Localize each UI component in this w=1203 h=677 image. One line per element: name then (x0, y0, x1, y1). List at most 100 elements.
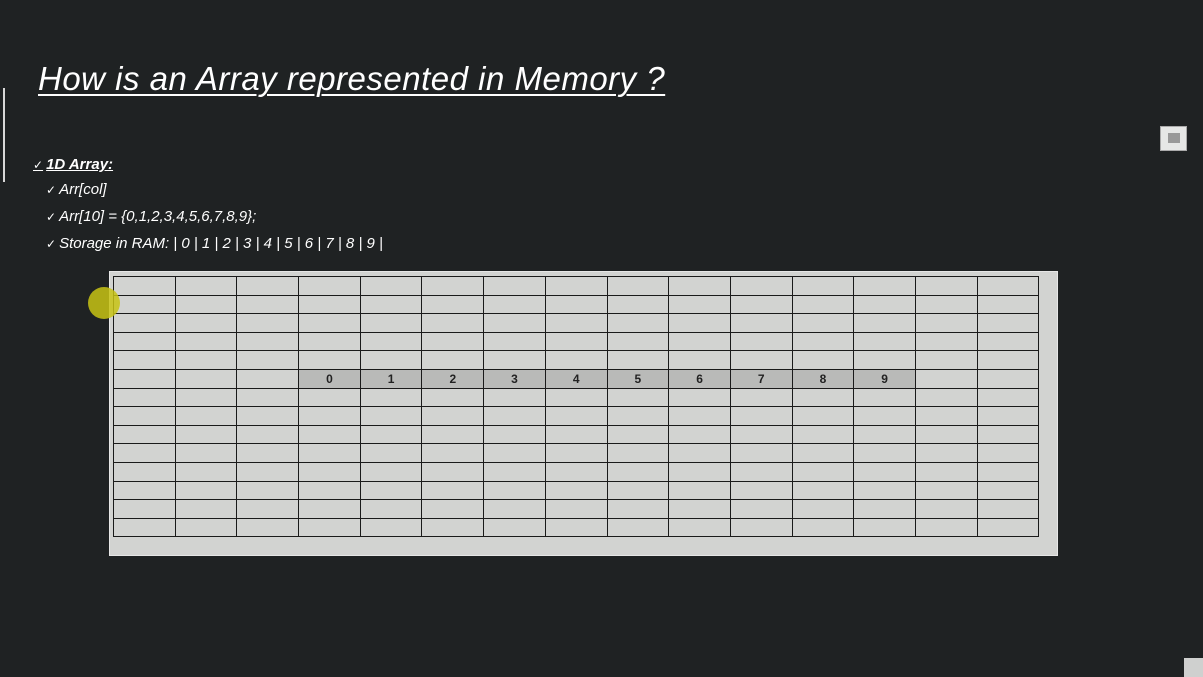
grid-cell (113, 368, 176, 389)
grid-cell (236, 294, 300, 315)
array-element-cell: 7 (729, 368, 793, 389)
grid-cell (544, 424, 608, 445)
array-element-cell: 9 (853, 368, 916, 389)
grid-cell (914, 461, 978, 482)
grid-cell (914, 387, 978, 408)
array-element-cell: 8 (791, 368, 855, 389)
grid-cell (729, 350, 793, 370)
grid-cell (113, 517, 176, 538)
grid-cell (729, 313, 793, 333)
grid-cell (174, 276, 238, 296)
grid-row (113, 443, 1040, 463)
array-element-cell: 6 (668, 368, 731, 389)
grid-cell (236, 443, 300, 463)
grid-cell (668, 276, 731, 296)
grid-cell (791, 517, 855, 538)
grid-cell (668, 406, 731, 426)
grid-cell (668, 331, 731, 352)
grid-cell (606, 276, 670, 296)
grid-cell (421, 331, 485, 352)
grid-cell (853, 443, 916, 463)
grid-cell (976, 294, 1040, 315)
grid-cell (113, 406, 176, 426)
grid-cell (976, 424, 1040, 445)
grid-cell (791, 350, 855, 370)
grid-cell (236, 424, 300, 445)
grid-cell (113, 313, 176, 333)
grid-row (113, 313, 1040, 333)
grid-row (113, 406, 1040, 426)
grid-cell (668, 387, 731, 408)
grid-cell (544, 387, 608, 408)
navigation-corner-icon[interactable] (1184, 658, 1203, 677)
grid-cell (791, 276, 855, 296)
grid-cell (544, 331, 608, 352)
grid-cell (236, 276, 300, 296)
grid-cell (668, 350, 731, 370)
grid-cell (606, 517, 670, 538)
heading-text: 1D Array: (46, 156, 114, 173)
grid-cell (729, 499, 793, 519)
grid-cell (236, 480, 300, 501)
grid-cell (113, 499, 176, 519)
grid-cell (174, 480, 238, 501)
grid-cell (914, 331, 978, 352)
bullet-text: Storage in RAM: | 0 | 1 | 2 | 3 | 4 | 5 … (59, 235, 383, 252)
grid-cell (729, 276, 793, 296)
grid-cell (668, 461, 731, 482)
grid-cell (729, 517, 793, 538)
grid-cell (483, 461, 546, 482)
grid-cell (853, 350, 916, 370)
grid-cell (791, 461, 855, 482)
grid-cell (544, 276, 608, 296)
grid-cell (236, 313, 300, 333)
grid-cell (421, 499, 485, 519)
grid-cell (298, 480, 361, 501)
grid-cell (606, 350, 670, 370)
grid-cell (914, 424, 978, 445)
bullet-arr-init: ✓ Arr[10] = {0,1,2,3,4,5,6,7,8,9}; (46, 208, 256, 225)
grid-cell (421, 480, 485, 501)
grid-cell (976, 499, 1040, 519)
grid-cell (174, 350, 238, 370)
grid-cell (853, 313, 916, 333)
slide-thumbnail-icon[interactable] (1160, 126, 1187, 151)
grid-cell (976, 517, 1040, 538)
grid-cell (606, 443, 670, 463)
grid-cell (668, 499, 731, 519)
grid-cell (236, 350, 300, 370)
grid-cell (606, 480, 670, 501)
grid-cell (174, 499, 238, 519)
grid-cell (668, 443, 731, 463)
grid-cell (606, 313, 670, 333)
grid-cell (853, 461, 916, 482)
grid-cell (544, 517, 608, 538)
grid-cell (544, 480, 608, 501)
grid-cell (113, 350, 176, 370)
grid-cell (298, 424, 361, 445)
grid-cell (174, 294, 238, 315)
grid-cell (914, 368, 978, 389)
grid-cell (976, 313, 1040, 333)
check-icon: ✓ (33, 158, 44, 172)
grid-cell (359, 294, 423, 315)
grid-cell (976, 387, 1040, 408)
grid-cell (236, 406, 300, 426)
grid-row (113, 350, 1040, 370)
grid-cell (791, 499, 855, 519)
array-element-cell: 1 (359, 368, 423, 389)
grid-cell (421, 424, 485, 445)
grid-cell (853, 424, 916, 445)
grid-cell (606, 461, 670, 482)
grid-cell (174, 443, 238, 463)
grid-cell (729, 424, 793, 445)
check-icon: ✓ (46, 237, 57, 251)
grid-cell (914, 350, 978, 370)
grid-cell (483, 294, 546, 315)
grid-cell (976, 443, 1040, 463)
grid-cell (791, 406, 855, 426)
grid-row (113, 276, 1040, 296)
grid-cell (421, 406, 485, 426)
array-element-cell: 2 (421, 368, 485, 389)
bullet-text: Arr[10] = {0,1,2,3,4,5,6,7,8,9}; (59, 208, 257, 225)
